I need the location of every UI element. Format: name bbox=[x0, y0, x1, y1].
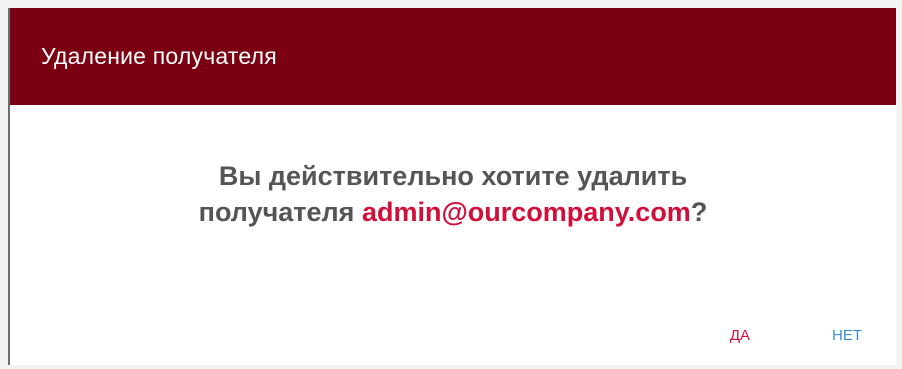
dialog-title: Удаление получателя bbox=[41, 43, 277, 69]
recipient-email: admin@ourcompany.com bbox=[361, 197, 691, 227]
dialog-message: Вы действительно хотите удалить получате… bbox=[10, 158, 896, 230]
cancel-no-button[interactable]: НЕТ bbox=[822, 321, 872, 350]
dialog-actions: ДА НЕТ bbox=[720, 305, 896, 365]
message-suffix: ? bbox=[690, 197, 708, 227]
confirm-yes-button[interactable]: ДА bbox=[720, 321, 760, 350]
message-line-1: Вы действительно хотите удалить bbox=[218, 161, 688, 191]
message-line-2: получателя admin@ourcompany.com? bbox=[10, 194, 896, 230]
message-prefix: получателя bbox=[198, 197, 362, 227]
delete-recipient-dialog: Удаление получателя Вы действительно хот… bbox=[8, 8, 896, 365]
dialog-header: Удаление получателя bbox=[10, 8, 896, 105]
